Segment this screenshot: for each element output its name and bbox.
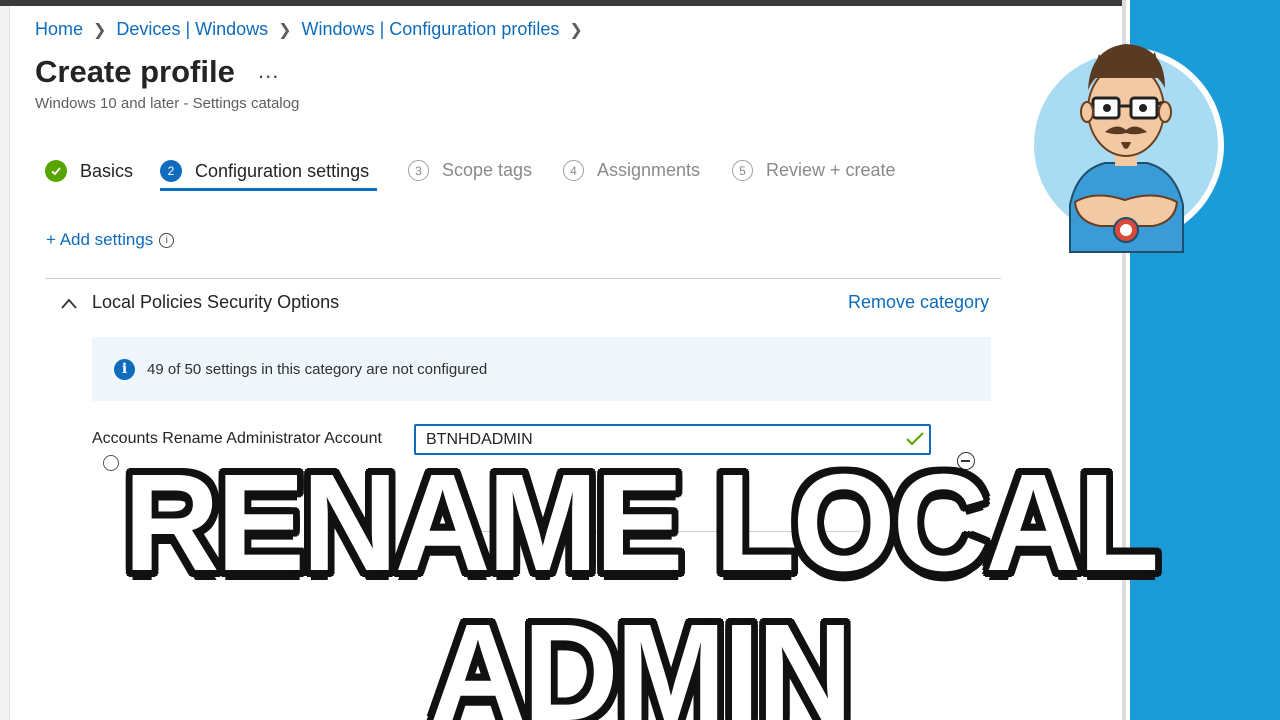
step-number: 4 — [563, 160, 584, 181]
step-label: Review + create — [766, 160, 896, 180]
breadcrumb-home[interactable]: Home — [35, 19, 83, 40]
remove-category-button[interactable]: Remove category — [848, 292, 989, 313]
section-divider — [45, 278, 1001, 279]
tab-assignments[interactable]: 4 Assignments — [563, 160, 700, 181]
checkmark-icon — [906, 432, 924, 446]
left-nav-edge — [0, 6, 10, 720]
chevron-right-icon: ❯ — [278, 21, 292, 39]
step-number: 3 — [408, 160, 429, 181]
chevron-right-icon: ❯ — [569, 21, 583, 39]
banner-text: 49 of 50 settings in this category are n… — [147, 360, 488, 378]
step-number: 2 — [160, 160, 182, 182]
category-title: Local Policies Security Options — [92, 292, 340, 312]
page-subtitle: Windows 10 and later - Settings catalog — [35, 95, 300, 112]
chevron-up-icon[interactable] — [60, 295, 78, 313]
chevron-right-icon: ❯ — [93, 21, 107, 39]
tab-basics[interactable]: Basics — [45, 160, 133, 182]
info-icon[interactable]: i — [159, 232, 175, 248]
breadcrumb-devices-windows[interactable]: Devices | Windows — [116, 19, 268, 40]
info-icon: i — [114, 358, 135, 380]
add-settings-link[interactable]: + Add settings i — [46, 230, 175, 250]
tab-review-create[interactable]: 5 Review + create — [732, 160, 896, 181]
window-top-bar — [0, 0, 1280, 6]
cartoon-avatar — [1028, 44, 1224, 253]
info-banner: i 49 of 50 settings in this category are… — [92, 337, 991, 401]
tab-scope-tags[interactable]: 3 Scope tags — [408, 160, 532, 181]
step-label: Basics — [80, 160, 134, 181]
page-title: Create profile — [35, 54, 235, 89]
step-label: Assignments — [597, 160, 701, 180]
more-options-button[interactable]: ... — [258, 58, 279, 84]
thumbnail-title: RENAME LOCAL ADMIN — [123, 446, 1159, 720]
breadcrumb-configuration-profiles[interactable]: Windows | Configuration profiles — [302, 19, 560, 40]
add-settings-label: + Add settings — [46, 230, 154, 249]
breadcrumb: Home ❯ Devices | Windows ❯ Windows | Con… — [35, 19, 593, 40]
step-label: Configuration settings — [195, 160, 370, 181]
tab-configuration-settings[interactable]: 2 Configuration settings — [160, 160, 378, 191]
check-circle-icon — [45, 160, 67, 182]
step-number: 5 — [732, 160, 753, 181]
step-label: Scope tags — [442, 160, 533, 180]
